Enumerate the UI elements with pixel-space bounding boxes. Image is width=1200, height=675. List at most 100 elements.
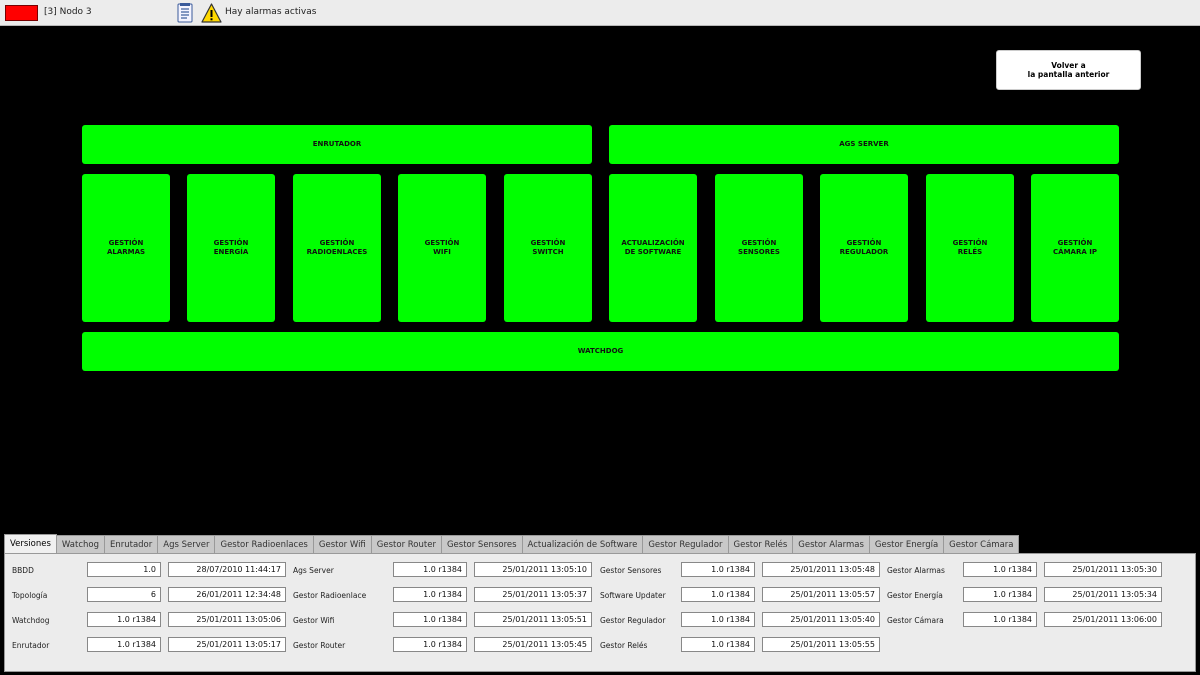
tab-gestor-alarmas[interactable]: Gestor Alarmas [793,535,870,553]
field-label: Gestor Radioenlace [293,591,367,600]
date-field: 25/01/2011 13:05:30 [1044,562,1162,577]
field-label: Watchdog [12,616,50,625]
version-field: 1.0 r1384 [87,612,161,627]
field-label: Gestor Regulador [600,616,666,625]
module-watchdog-label: WATCHDOG [577,347,624,355]
tab-gestor-sensores[interactable]: Gestor Sensores [441,535,523,553]
tab-bar: Versiones Watchog Enrutador Ags Server G… [4,534,1020,553]
node-label: [3] Nodo 3 [44,7,92,17]
field-label: Ags Server [293,566,334,575]
module-label-line1: GESTIÓN [108,239,144,247]
tab-ags-server[interactable]: Ags Server [158,535,216,553]
module-ags-server[interactable]: AGS SERVER [609,125,1119,164]
date-field: 25/01/2011 13:05:40 [762,612,880,627]
version-field: 1.0 r1384 [681,562,755,577]
module-label-line1: GESTIÓN [424,239,460,247]
back-button-line1: Volver a [1051,61,1086,70]
date-field: 28/07/2010 11:44:17 [168,562,286,577]
tab-gestor-camara[interactable]: Gestor Cámara [944,535,1020,553]
field-label: Software Updater [600,591,666,600]
back-button[interactable]: Volver a la pantalla anterior [996,50,1141,90]
tab-watchog[interactable]: Watchog [56,535,105,553]
version-field: 1.0 r1384 [963,562,1037,577]
version-field: 6 [87,587,161,602]
tab-enrutador[interactable]: Enrutador [104,535,159,553]
date-field: 25/01/2011 13:05:48 [762,562,880,577]
date-field: 25/01/2011 13:05:17 [168,637,286,652]
module-enrutador[interactable]: ENRUTADOR [82,125,592,164]
version-field: 1.0 [87,562,161,577]
date-field: 25/01/2011 13:05:06 [168,612,286,627]
module-label-line2: CÁMARA IP [1053,248,1097,256]
version-field: 1.0 r1384 [393,562,467,577]
module-label-line1: GESTIÓN [741,239,777,247]
module-label-line1: GESTIÓN [530,239,566,247]
field-label: Gestor Relés [600,641,648,650]
module-label-line2: DE SOFTWARE [624,248,682,256]
module-gestion-alarmas[interactable]: GESTIÓN ALARMAS [82,174,170,322]
date-field: 25/01/2011 13:05:10 [474,562,592,577]
field-label: Gestor Sensores [600,566,662,575]
version-field: 1.0 r1384 [963,612,1037,627]
tab-gestor-regulador[interactable]: Gestor Regulador [643,535,729,553]
version-field: 1.0 r1384 [681,612,755,627]
module-label-line1: GESTIÓN [952,239,988,247]
date-field: 25/01/2011 13:05:45 [474,637,592,652]
module-ags-server-label: AGS SERVER [839,140,889,148]
warning-icon [201,3,222,23]
module-label-line2: ENERGÍA [213,248,249,256]
version-field: 1.0 r1384 [393,637,467,652]
module-label-line1: GESTIÓN [1057,239,1093,247]
module-gestion-radioenlaces[interactable]: GESTIÓN RADIOENLACES [293,174,381,322]
field-label: BBDD [12,566,34,575]
date-field: 25/01/2011 13:05:57 [762,587,880,602]
date-field: 25/01/2011 13:05:34 [1044,587,1162,602]
tab-versiones[interactable]: Versiones [4,534,57,553]
tab-actualizacion-software[interactable]: Actualización de Software [522,535,644,553]
tab-gestor-wifi[interactable]: Gestor Wifi [313,535,372,553]
date-field: 25/01/2011 13:05:55 [762,637,880,652]
module-label-line2: RELÉS [957,248,983,256]
field-label: Enrutador [12,641,50,650]
field-label: Gestor Alarmas [887,566,945,575]
top-status-bar: [3] Nodo 3 Hay alarmas activas [0,0,1200,26]
back-button-line2: la pantalla anterior [1027,70,1110,79]
tab-gestor-reles[interactable]: Gestor Relés [728,535,794,553]
node-status-indicator [5,5,38,21]
module-gestion-regulador[interactable]: GESTIÓN REGULADOR [820,174,908,322]
field-label: Topología [12,591,48,600]
tab-gestor-energia[interactable]: Gestor Energía [869,535,945,553]
module-label-line2: WIFI [433,248,451,256]
module-label-line2: REGULADOR [839,248,889,256]
active-alarms-text: Hay alarmas activas [225,7,317,17]
module-label-line1: ACTUALIZACIÓN [621,239,685,247]
version-field: 1.0 r1384 [393,587,467,602]
version-field: 1.0 r1384 [393,612,467,627]
module-gestion-energia[interactable]: GESTIÓN ENERGÍA [187,174,275,322]
module-watchdog[interactable]: WATCHDOG [82,332,1119,371]
module-label-line2: SWITCH [532,248,564,256]
module-gestion-camara-ip[interactable]: GESTIÓN CÁMARA IP [1031,174,1119,322]
module-label-line2: ALARMAS [106,248,146,256]
version-field: 1.0 r1384 [963,587,1037,602]
module-label-line2: RADIOENLACES [306,248,368,256]
module-actualizacion-software[interactable]: ACTUALIZACIÓN DE SOFTWARE [609,174,697,322]
module-gestion-sensores[interactable]: GESTIÓN SENSORES [715,174,803,322]
module-gestion-wifi[interactable]: GESTIÓN WIFI [398,174,486,322]
versions-panel: BBDD 1.0 28/07/2010 11:44:17 Topología 6… [4,553,1196,672]
module-label-line1: GESTIÓN [846,239,882,247]
version-field: 1.0 r1384 [87,637,161,652]
module-enrutador-label: ENRUTADOR [312,140,362,148]
module-gestion-switch[interactable]: GESTIÓN SWITCH [504,174,592,322]
module-gestion-reles[interactable]: GESTIÓN RELÉS [926,174,1014,322]
version-field: 1.0 r1384 [681,637,755,652]
date-field: 25/01/2011 13:05:51 [474,612,592,627]
field-label: Gestor Wifi [293,616,335,625]
alarm-list-icon[interactable] [176,3,194,23]
field-label: Gestor Energía [887,591,943,600]
tab-gestor-radioenlaces[interactable]: Gestor Radioenlaces [215,535,314,553]
tab-gestor-router[interactable]: Gestor Router [371,535,442,553]
module-label-line2: SENSORES [738,248,780,256]
date-field: 25/01/2011 13:05:37 [474,587,592,602]
field-label: Gestor Cámara [887,616,944,625]
